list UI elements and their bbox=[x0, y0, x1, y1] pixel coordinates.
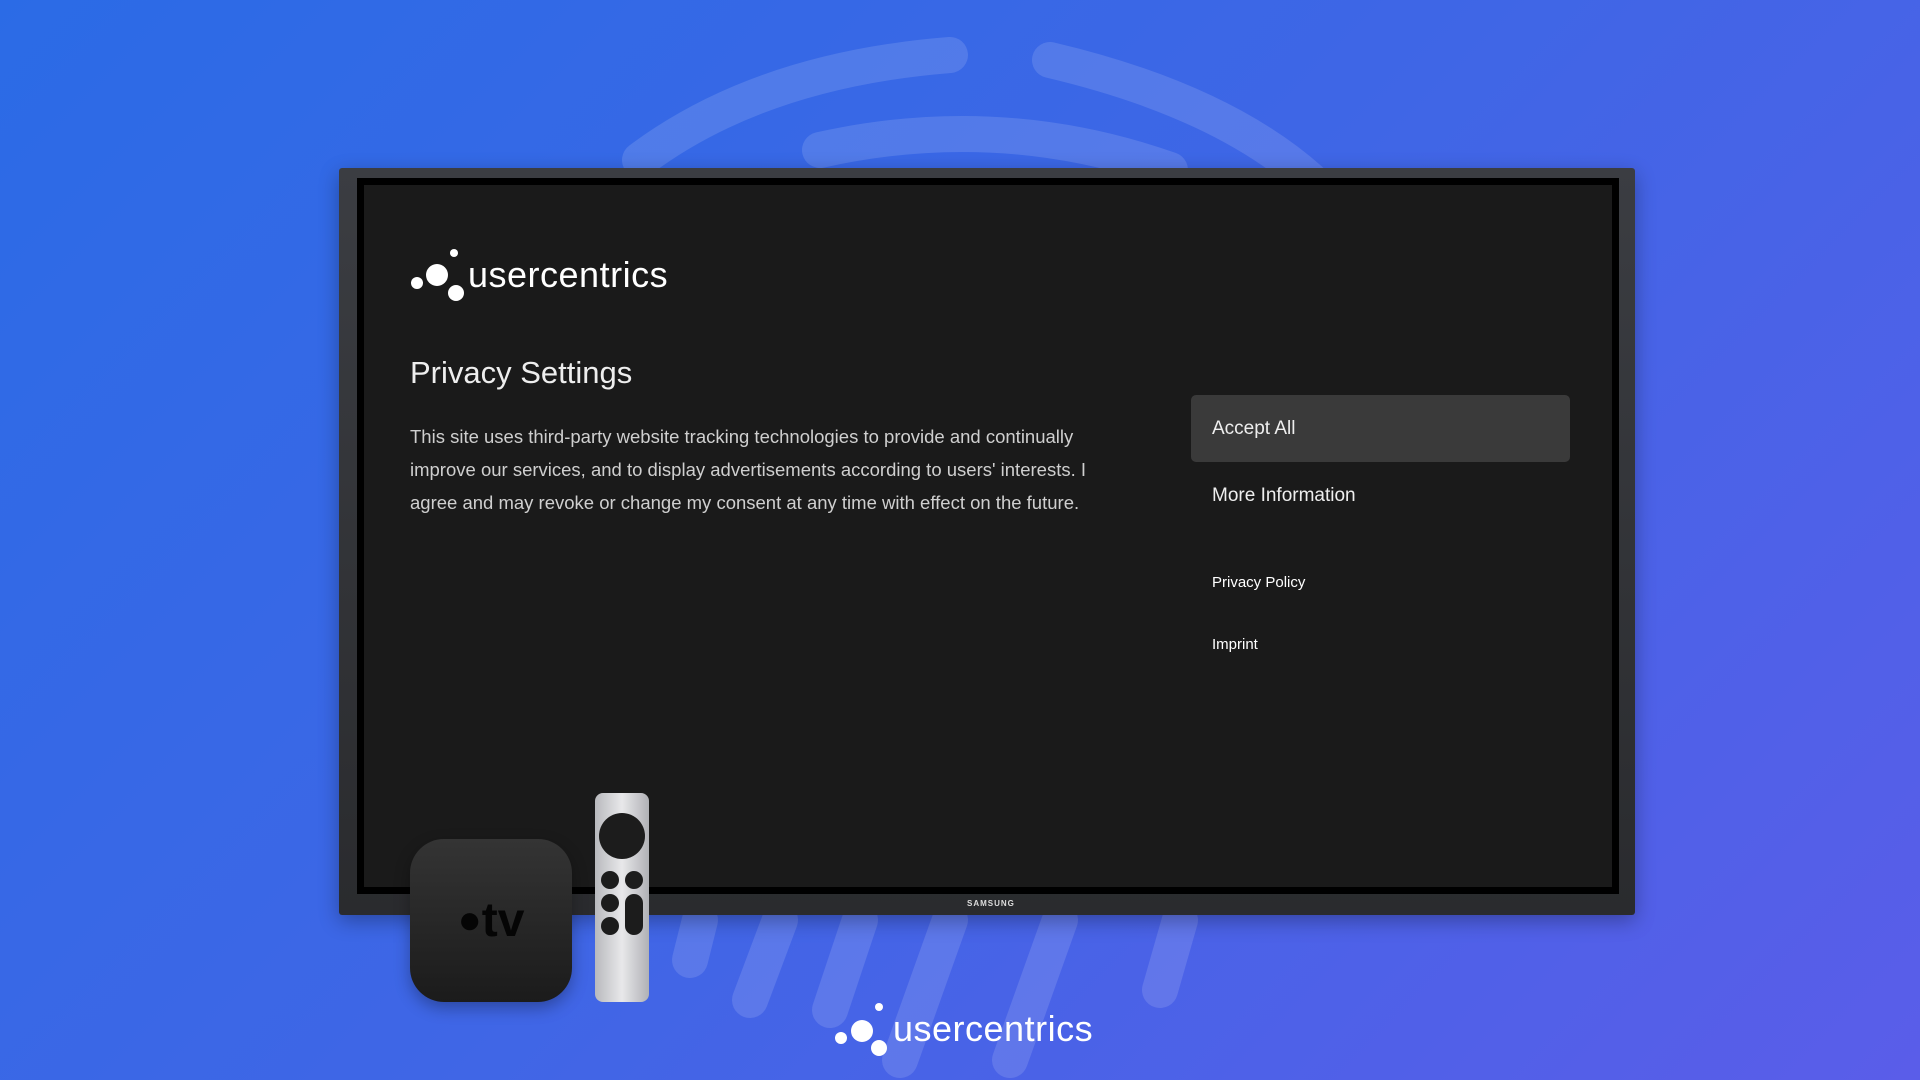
apple-tv-remote bbox=[595, 793, 649, 1002]
usercentrics-logo: usercentrics bbox=[410, 247, 668, 303]
back-button-icon bbox=[601, 871, 619, 889]
usercentrics-dots-icon bbox=[835, 1003, 887, 1056]
device-label: tv bbox=[481, 894, 525, 947]
consent-description: This site uses third-party website track… bbox=[410, 426, 1086, 513]
tv-brand-label: SAMSUNG bbox=[967, 899, 1015, 908]
apple-icon: ● bbox=[457, 898, 482, 942]
consent-screen: usercentrics Privacy Settings This site … bbox=[364, 185, 1612, 887]
imprint-link[interactable]: Imprint bbox=[1212, 636, 1258, 653]
volume-rocker-icon bbox=[625, 894, 643, 935]
more-information-button[interactable]: More Information bbox=[1191, 462, 1570, 529]
page-title: Privacy Settings bbox=[410, 355, 633, 390]
mute-button-icon bbox=[601, 917, 619, 935]
footer-usercentrics-logo: usercentrics bbox=[835, 1002, 1093, 1056]
tv-bezel: usercentrics Privacy Settings This site … bbox=[357, 178, 1619, 894]
accept-all-button[interactable]: Accept All bbox=[1191, 395, 1570, 462]
tv-monitor: usercentrics Privacy Settings This site … bbox=[339, 168, 1635, 915]
play-pause-button-icon bbox=[601, 894, 619, 912]
touchpad-clickwheel bbox=[599, 813, 645, 859]
tv-button-icon bbox=[625, 871, 643, 889]
apple-tv-device: ● tv bbox=[410, 839, 572, 1002]
privacy-policy-link[interactable]: Privacy Policy bbox=[1212, 574, 1305, 591]
usercentrics-dots-icon bbox=[411, 249, 464, 301]
